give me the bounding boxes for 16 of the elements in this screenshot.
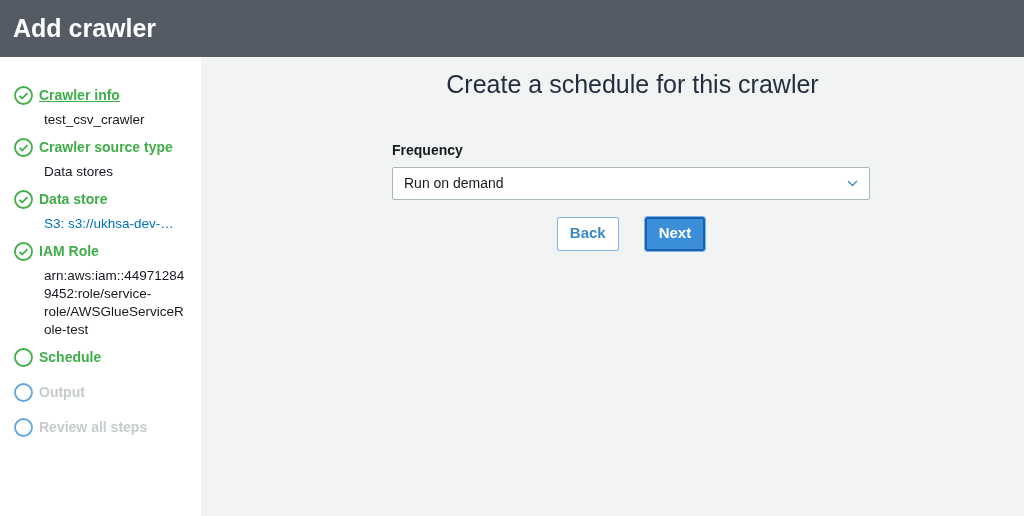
step-link[interactable]: IAM Role	[39, 240, 99, 262]
step-detail: arn:aws:iam::449712849452:role/service-role/AWSGlueServiceRole-test	[44, 267, 186, 339]
frequency-label: Frequency	[392, 140, 464, 160]
next-button[interactable]: Next	[644, 216, 706, 251]
step-detail: Data stores	[44, 163, 115, 181]
page-heading: Create a schedule for this crawler	[445, 69, 819, 100]
step-link[interactable]: Schedule	[39, 346, 102, 368]
step-link[interactable]: Crawler source type	[39, 136, 173, 158]
page-title: Add crawler	[13, 12, 157, 44]
chevron-down-icon	[847, 179, 858, 187]
frequency-dropdown[interactable]: Run on demand	[392, 166, 870, 200]
step-link[interactable]: Crawler info	[39, 84, 120, 106]
back-button[interactable]: Back	[556, 216, 619, 251]
step-link[interactable]: Data store	[39, 188, 108, 210]
s3-path-link[interactable]: S3: s3://ukhsa-dev-…	[44, 215, 190, 233]
step-detail: test_csv_crawler	[44, 111, 146, 129]
